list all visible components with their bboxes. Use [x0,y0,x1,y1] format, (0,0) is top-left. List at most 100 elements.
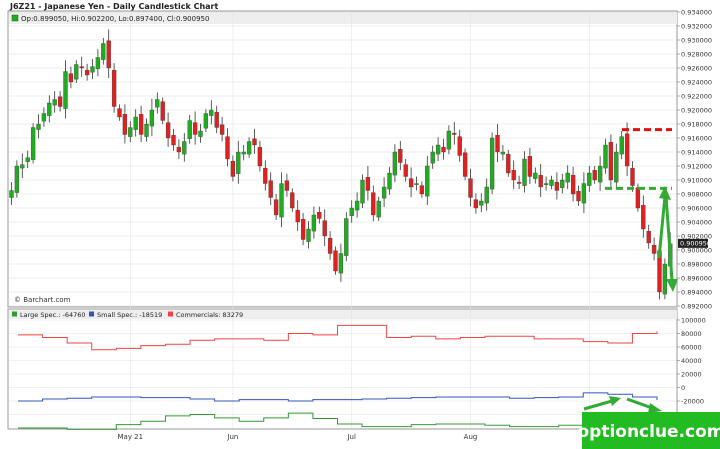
candle-down [635,187,641,209]
price-tick-label: 0.904000 [681,218,712,226]
candle-up [387,172,392,190]
candle-down [171,135,176,146]
price-tick-label: 0.894000 [681,288,712,296]
price-tick-label: 0.918000 [681,120,712,128]
ohlc-readout: Op:0.899050, Hi:0.902200, Lo:0.897400, C… [21,15,209,23]
candle-down [651,244,657,254]
candle-down [68,73,74,83]
candle-up [74,64,79,80]
price-tick-label: 0.924000 [681,78,712,86]
candle-up [354,200,360,211]
ohlc-swatch [11,14,19,22]
candle-down [138,114,144,135]
price-tick-label: 0.926000 [681,64,712,72]
price-tick-label: 0.892000 [681,302,712,310]
candle-down [511,170,516,181]
cot-legend-label: Small Spec.: -18519 [97,311,162,319]
candle-up [603,144,608,169]
candle-up [101,43,106,60]
price-tick-label: 0.912000 [681,162,712,170]
price-tick-label: 0.934000 [681,8,712,16]
candle-up [47,102,52,116]
candle-down [371,192,376,216]
candle-up [435,144,441,155]
candle-up [25,157,30,162]
cot-panel [7,308,678,430]
candle-up [565,172,570,183]
cot-legend-label: Large Spec.: -64760 [20,311,86,319]
candle-down [219,124,225,135]
candle-up [360,179,365,204]
candle-up [522,158,527,186]
candle-down [79,66,84,69]
candle-up [489,137,495,190]
copyright-label: © Barchart.com [14,296,71,304]
cot-tick-label: -20000 [681,397,704,405]
candle-up [246,141,252,155]
candle-down [257,146,263,167]
last-price-value: 0.900950 [680,240,711,248]
candle-up [581,183,587,204]
candle-down [300,219,306,240]
price-tick-label: 0.920000 [681,106,712,114]
candle-down [462,152,468,177]
candle-down [576,191,581,202]
candle-down [106,40,111,69]
candle-up [133,116,138,130]
candle-down [160,101,165,121]
candle-down [192,122,198,135]
candle-down [322,220,327,237]
candle-up [533,172,538,179]
cot-legend-label: Commercials: 83279 [176,311,243,319]
candle-down [333,250,338,272]
candle-up [344,218,349,256]
candle-down [84,69,90,76]
candle-up [279,183,284,218]
candle-down [111,69,117,107]
price-tick-label: 0.932000 [681,22,712,30]
candle-up [236,151,241,174]
candle-up [484,186,489,204]
candle-down [117,108,122,118]
x-tick-label: Jun [226,433,238,441]
price-tick-label: 0.914000 [681,148,712,156]
candle-up [587,172,592,186]
candle-up [414,183,419,185]
candle-up [349,207,354,216]
cot-tick-label: 100000 [681,316,706,324]
candle-down [165,122,171,139]
candle-down [506,153,511,174]
candle-down [630,167,635,186]
price-tick-label: 0.922000 [681,92,712,100]
candle-up [306,228,311,242]
candle-up [63,71,68,109]
candle-up [614,151,619,183]
candle-down [263,167,268,184]
candle-up [198,130,203,137]
candle-up [14,165,20,193]
candle-down [398,149,403,163]
cot-legend-swatch [168,311,173,317]
candle-up [182,141,187,155]
x-tick-label: May 21 [117,433,143,441]
candle-up [203,113,209,129]
candle-down [624,133,630,167]
candle-down [608,142,614,181]
x-tick-label: Aug [464,433,478,441]
watermark-text: optionclue.com [577,422,720,442]
candle-up [549,179,554,186]
candle-down [57,96,63,107]
candle-down [365,177,371,191]
cot-legend-swatch [89,311,94,317]
chart-title: J6Z21 - Japanese Yen - Daily Candlestick… [9,2,219,11]
candle-up [128,127,133,137]
candle-up [144,123,149,137]
candle-up [20,164,25,169]
candle-down [527,156,533,177]
price-tick-label: 0.906000 [681,204,712,212]
cot-tick-label: 80000 [681,330,702,338]
candle-up [36,123,41,130]
candle-down [419,185,425,195]
candle-up [30,127,36,160]
candle-down [214,111,219,128]
